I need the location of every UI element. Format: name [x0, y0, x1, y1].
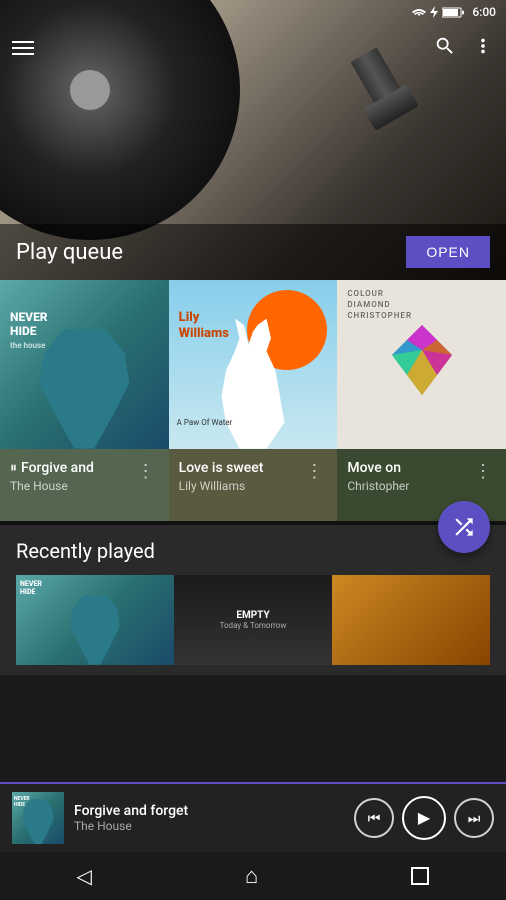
thumb-silhouette [68, 595, 123, 665]
diamond-svg [377, 320, 467, 400]
top-bar [0, 24, 506, 72]
now-playing-info: Forgive and forget The House [64, 803, 354, 833]
now-playing-art: NEVERHIDE [12, 792, 64, 844]
nav-bar: ◁ ⌂ [0, 852, 506, 900]
now-playing-bar: NEVERHIDE Forgive and forget The House ⏮… [0, 782, 506, 852]
track-bar-1: ⏸ Forgive and The House ⋮ [0, 449, 169, 521]
play-queue-title: Play queue [16, 240, 123, 265]
thumb-2-label: EMPTY [236, 610, 269, 621]
home-icon[interactable]: ⌂ [245, 863, 258, 889]
back-icon[interactable]: ◁ [77, 864, 92, 888]
recents-icon[interactable] [411, 867, 429, 885]
album-art-3[interactable]: COLOUR DIAMOND CHRISTOPHER [337, 280, 506, 449]
top-bar-right [434, 35, 494, 62]
track-name-1: Forgive and [21, 459, 94, 477]
now-playing-artist: The House [74, 819, 344, 833]
recently-played-section: Recently played NEVERHIDE EMPTY Today & … [0, 525, 506, 675]
now-playing-title: Forgive and forget [74, 803, 344, 819]
thumb-2-sublabel: Today & Tomorrow [220, 621, 287, 630]
status-bar: 6:00 [0, 0, 506, 24]
album-col-2: Lily Williams A Paw Of Water Love is swe… [169, 280, 338, 521]
more-options-icon[interactable] [472, 35, 494, 62]
bolt-icon [430, 6, 438, 18]
prev-button[interactable]: ⏮ [354, 798, 394, 838]
recent-row: NEVERHIDE EMPTY Today & Tomorrow [16, 575, 490, 665]
track-name-2: Love is sweet [179, 459, 302, 477]
album-3-label: COLOUR DIAMOND CHRISTOPHER [347, 288, 412, 322]
play-queue-bar: Play queue OPEN [0, 224, 506, 280]
album-art-1[interactable]: NEVER HIDE the house [0, 280, 169, 449]
thumb-1-text: NEVERHIDE [20, 580, 42, 596]
track-name-3: Move on [347, 459, 470, 477]
status-icons: 6:00 [412, 5, 496, 19]
shuffle-fab[interactable] [438, 501, 490, 553]
recent-thumb-1[interactable]: NEVERHIDE [16, 575, 174, 665]
battery-icon [442, 7, 464, 18]
album-art-2[interactable]: Lily Williams A Paw Of Water [169, 280, 338, 449]
open-button[interactable]: OPEN [406, 236, 490, 268]
track-artist-1: The House [10, 479, 133, 493]
track-artist-3: Christopher [347, 479, 470, 493]
paw-text: A Paw Of Water [177, 418, 233, 428]
album-col-3: COLOUR DIAMOND CHRISTOPHER [337, 280, 506, 521]
album-1-text: NEVER HIDE the house [10, 310, 48, 350]
track-more-3[interactable]: ⋮ [470, 459, 496, 484]
track-bar-2: Love is sweet Lily Williams ⋮ [169, 449, 338, 521]
now-playing-controls: ⏮ ▶ ⏭ [354, 796, 494, 840]
album-col-1: NEVER HIDE the house ⏸ Forgive and The H… [0, 280, 169, 521]
recently-played-title: Recently played [16, 539, 490, 563]
track-info-2: Love is sweet Lily Williams [179, 459, 302, 493]
menu-icon[interactable] [12, 41, 34, 55]
wifi-icon [412, 7, 426, 18]
album-grid: NEVER HIDE the house ⏸ Forgive and The H… [0, 280, 506, 521]
status-time: 6:00 [472, 5, 496, 19]
recent-thumb-3[interactable] [332, 575, 490, 665]
recent-thumb-2[interactable]: EMPTY Today & Tomorrow [174, 575, 332, 665]
hero-section: Play queue OPEN [0, 0, 506, 280]
track-more-1[interactable]: ⋮ [133, 459, 159, 484]
track-artist-2: Lily Williams [179, 479, 302, 493]
track-info-1: ⏸ Forgive and The House [10, 459, 133, 493]
shuffle-icon [451, 514, 477, 540]
play-button[interactable]: ▶ [402, 796, 446, 840]
silhouette-shape [34, 329, 134, 449]
pause-icon-1: ⏸ [10, 460, 17, 476]
track-more-2[interactable]: ⋮ [301, 459, 327, 484]
lily-text: Lily Williams [179, 310, 229, 341]
next-button[interactable]: ⏭ [454, 798, 494, 838]
track-info-3: Move on Christopher [347, 459, 470, 493]
mini-text: NEVERHIDE [14, 796, 30, 808]
thumb-2-content: EMPTY Today & Tomorrow [220, 575, 287, 665]
search-icon[interactable] [434, 35, 456, 62]
